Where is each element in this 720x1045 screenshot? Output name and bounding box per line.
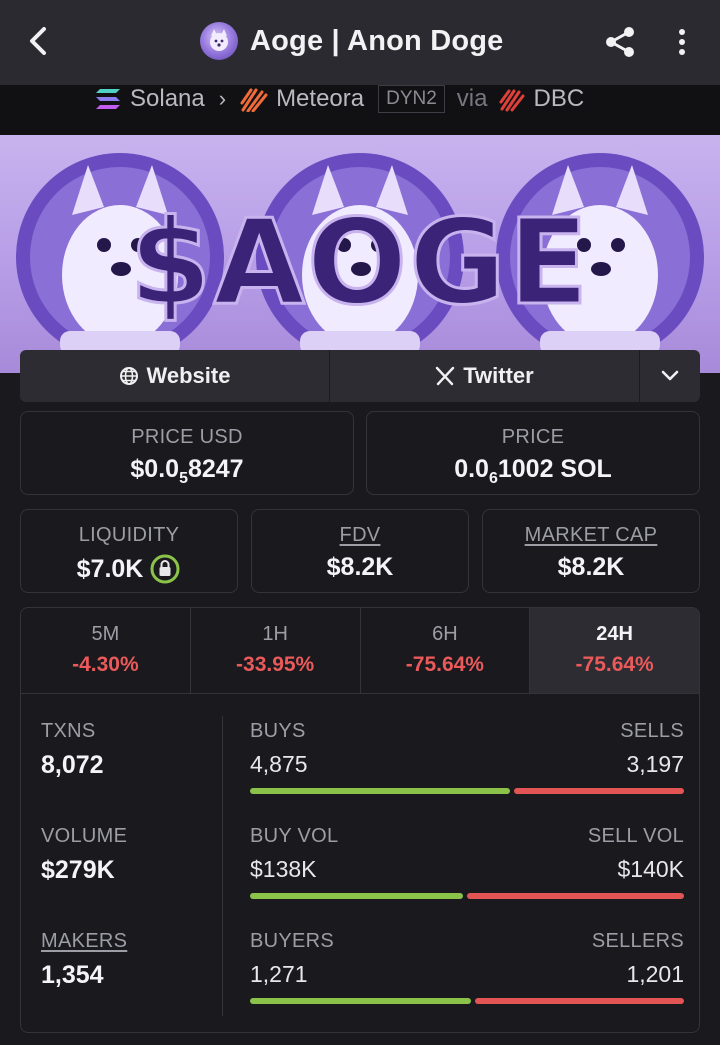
buyers-value: 1,271 <box>250 961 308 987</box>
makers-value: 1,354 <box>41 961 104 989</box>
buyers-label: BUYERS <box>250 930 335 952</box>
buys-value: 4,875 <box>250 751 308 777</box>
tab-6h[interactable]: 6H -75.64% <box>361 608 531 693</box>
price-native-value: 0.061002 SOL <box>454 455 612 487</box>
sellers-value: 1,201 <box>626 961 684 987</box>
social-links-bar: Website Twitter <box>20 350 700 402</box>
dbc-icon <box>499 89 525 112</box>
market-cap-card[interactable]: MARKET CAP $8.2K <box>482 509 700 593</box>
sell-vol-value: $140K <box>617 856 684 882</box>
volume-stat: VOLUME $279K <box>41 825 127 885</box>
buy-vol-bar <box>250 893 464 899</box>
liquidity-value: $7.0K <box>21 553 237 585</box>
sells-bar <box>513 788 684 794</box>
txns-value: 8,072 <box>41 751 104 779</box>
buy-vol-label: BUY VOL <box>250 825 339 847</box>
website-label: Website <box>146 363 231 388</box>
chain-name[interactable]: Solana <box>130 85 205 113</box>
chevron-right-icon: › <box>218 86 227 111</box>
pair-route: Solana › Meteora DYN2 via DBC <box>94 84 584 114</box>
website-button[interactable]: Website <box>20 350 330 402</box>
twitter-label: Twitter <box>463 363 534 388</box>
lock-icon[interactable] <box>149 553 181 585</box>
token-avatar <box>200 22 238 60</box>
chevron-down-icon <box>661 370 679 381</box>
price-native-label: PRICE <box>501 426 565 448</box>
price-usd-label: PRICE USD <box>131 426 243 448</box>
buys-label: BUYS <box>250 720 306 742</box>
banner-ticker-art: $AOGE <box>129 193 590 331</box>
tab-1h[interactable]: 1H -33.95% <box>191 608 361 693</box>
x-logo-icon <box>436 366 455 386</box>
sells-label: SELLS <box>620 720 684 742</box>
volume-value: $279K <box>41 856 115 884</box>
fdv-value: $8.2K <box>326 553 394 581</box>
liquidity-label: LIQUIDITY <box>78 524 180 546</box>
volume-split-stat: BUY VOL SELL VOL $138K $140K <box>250 825 684 899</box>
share-button[interactable] <box>598 20 642 64</box>
market-cap-value: $8.2K <box>557 553 625 581</box>
trading-stats-panel: 5M -4.30% 1H -33.95% 6H -75.64% 24H -75.… <box>20 607 700 1033</box>
tab-5m[interactable]: 5M -4.30% <box>21 608 191 693</box>
buys-bar <box>250 788 510 794</box>
twitter-button[interactable]: Twitter <box>330 350 640 402</box>
app-bar: Aoge | Anon Doge <box>0 0 720 85</box>
meteora-icon <box>240 88 268 112</box>
price-native-card: PRICE 0.061002 SOL <box>366 411 700 495</box>
makers-label[interactable]: MAKERS <box>41 930 127 953</box>
txns-stat: TXNS 8,072 <box>41 720 104 780</box>
sellers-bar <box>475 998 684 1004</box>
timeframe-tabs: 5M -4.30% 1H -33.95% 6H -75.64% 24H -75.… <box>21 608 699 694</box>
buy-vol-value: $138K <box>250 856 317 882</box>
sell-vol-label: SELL VOL <box>587 825 684 847</box>
volume-label: VOLUME <box>41 825 128 847</box>
pair-version-badge: DYN2 <box>378 85 445 113</box>
liquidity-card: LIQUIDITY $7.0K <box>20 509 238 593</box>
chevron-left-icon <box>30 27 46 55</box>
volume-ratio-bar <box>250 893 684 899</box>
launchpad-name[interactable]: DBC <box>533 85 584 113</box>
makers-stat: MAKERS 1,354 <box>41 930 127 990</box>
token-title: Aoge | Anon Doge <box>200 18 504 64</box>
buyers-bar <box>250 998 472 1004</box>
globe-icon <box>119 367 138 385</box>
price-usd-value: $0.058247 <box>130 455 244 487</box>
more-links-button[interactable] <box>640 350 700 402</box>
sell-vol-bar <box>467 893 684 899</box>
txns-label: TXNS <box>41 720 96 742</box>
more-vertical-icon <box>679 29 685 55</box>
stats-divider <box>222 716 223 1016</box>
price-usd-card: PRICE USD $0.058247 <box>20 411 354 495</box>
fdv-card[interactable]: FDV $8.2K <box>251 509 469 593</box>
buys-sells-stat: BUYS SELLS 4,875 3,197 <box>250 720 684 794</box>
share-icon <box>606 27 634 57</box>
back-button[interactable] <box>18 18 58 64</box>
fdv-label[interactable]: FDV <box>252 524 468 547</box>
tab-24h[interactable]: 24H -75.64% <box>530 608 699 693</box>
buyers-ratio-bar <box>250 998 684 1004</box>
page-title: Aoge | Anon Doge <box>250 24 504 57</box>
dex-name[interactable]: Meteora <box>276 85 364 113</box>
sellers-label: SELLERS <box>591 930 684 952</box>
buys-sells-ratio-bar <box>250 788 684 794</box>
buyers-sellers-stat: BUYERS SELLERS 1,271 1,201 <box>250 930 684 1004</box>
solana-icon <box>96 89 120 109</box>
sells-value: 3,197 <box>626 751 684 777</box>
market-cap-label[interactable]: MARKET CAP <box>483 524 699 547</box>
more-options-button[interactable] <box>664 20 700 64</box>
token-banner: $AOGE <box>0 135 720 373</box>
via-label: via <box>456 85 488 112</box>
